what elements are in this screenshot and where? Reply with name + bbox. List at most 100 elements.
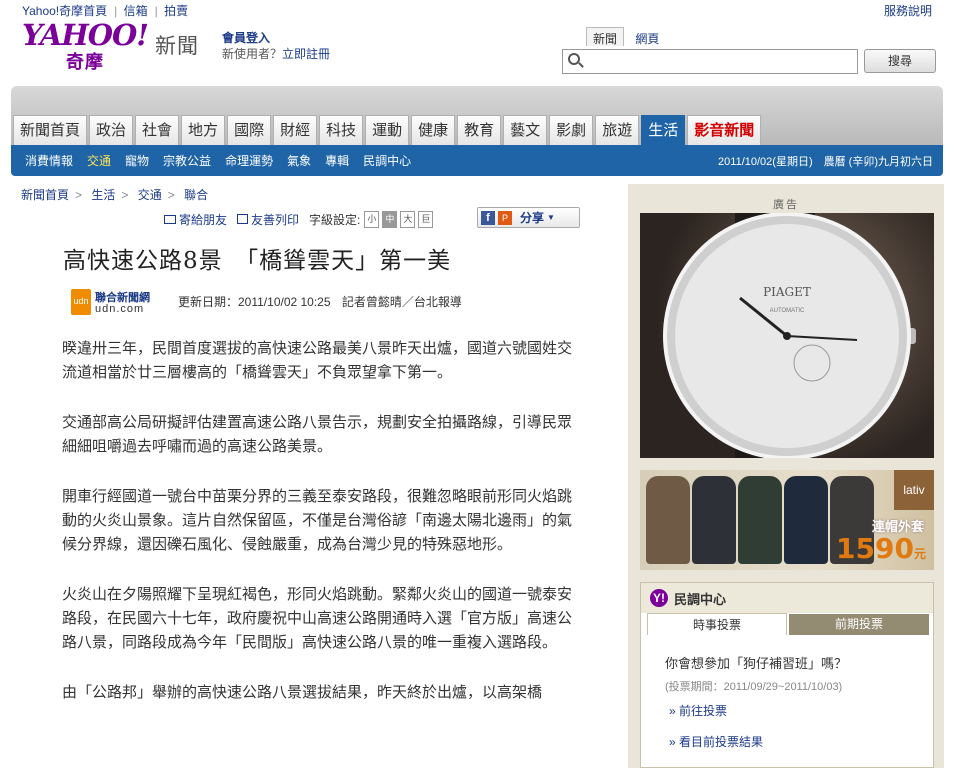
nav-tab[interactable]: 藝文 <box>503 115 548 145</box>
breadcrumb-sep: > <box>121 188 129 202</box>
poll-question[interactable]: 你會想參加「狗仔補習班」嗎？ <box>665 653 847 672</box>
sub-nav-item[interactable]: 宗教公益 <box>163 152 211 169</box>
separator: | <box>154 4 158 18</box>
article-paragraph: 開車行經國道一號台中苗栗分界的三義至泰安路段，很難忽略眼前形同火焰跳動的火炎山景… <box>62 488 573 553</box>
nav-tab[interactable]: 新聞首頁 <box>13 115 88 145</box>
nav-tab[interactable]: 健康 <box>411 115 456 145</box>
nav-tab[interactable]: 影劇 <box>549 115 594 145</box>
search-icon <box>568 53 580 65</box>
login-link[interactable]: 會員登入 <box>222 30 330 46</box>
nav-tab[interactable]: 生活 <box>641 115 686 145</box>
sub-nav: 消費情報 交通 寵物 宗教公益 命理運勢 氣象 專輯 民調中心 2011/10/02(星期日)… <box>11 145 943 176</box>
font-size-huge[interactable]: 巨 <box>418 210 434 228</box>
top-links: Yahoo!奇摩首頁 | 信箱 | 拍賣 <box>22 2 192 19</box>
sub-nav-item[interactable]: 民調中心 <box>363 152 411 169</box>
font-size-medium[interactable]: 中 <box>382 210 398 228</box>
search-tab-news[interactable]: 新聞 <box>586 27 625 46</box>
email-friend-label: 寄給朋友 <box>179 212 228 227</box>
results-link[interactable]: » 看目前投票結果 <box>669 733 763 750</box>
new-user-text: 新使用者？ <box>222 47 283 61</box>
chevron-down-icon: ▼ <box>547 213 555 222</box>
font-size-large[interactable]: 大 <box>400 210 416 228</box>
email-friend-button[interactable]: 寄給朋友 <box>164 211 227 228</box>
register-link[interactable]: 立即註冊 <box>282 47 330 61</box>
watch-brand: PIAGET <box>763 285 811 299</box>
search-tabs: 新聞 網頁 <box>586 27 667 49</box>
sub-nav-items: 消費情報 交通 寵物 宗教公益 命理運勢 氣象 專輯 民調中心 <box>25 152 425 169</box>
source-domain: udn.com <box>95 303 145 315</box>
banner-price: 1590元 <box>836 532 926 565</box>
logo-yahoo-text: YAHOO! <box>22 18 149 52</box>
nav-tabs: 新聞首頁 政治 社會 地方 國際 財經 科技 運動 健康 教育 藝文 影劇 旅遊 生活 影音新聞 <box>13 115 763 145</box>
section-title[interactable]: 新聞 <box>155 30 199 60</box>
date-line: 2011/10/02(星期日) 農曆 (辛卯)九月初六日 <box>718 156 933 168</box>
nav-tab[interactable]: 影音新聞 <box>687 115 762 145</box>
update-time: 更新日期：2011/10/02 10:25 <box>178 295 331 309</box>
nav-tab[interactable]: 政治 <box>89 115 134 145</box>
logo-cn-text: 奇摩 <box>66 52 104 72</box>
article-paragraph: 交通部高公局研擬評估建置高速公路八景告示，規劃安全拍攝路線，引導民眾細細咀嚼過去… <box>62 414 573 455</box>
nav-tab[interactable]: 財經 <box>273 115 318 145</box>
udn-icon: udn <box>71 289 91 315</box>
watch-illustration: PIAGET AUTOMATIC <box>663 213 916 458</box>
jacket-image <box>784 476 828 564</box>
help-link[interactable]: 服務說明 <box>884 2 932 19</box>
link-auction[interactable]: 拍賣 <box>164 4 188 18</box>
poll-header: Y! 民調中心 <box>641 583 933 613</box>
breadcrumb-sep: > <box>75 188 83 202</box>
nav-tab[interactable]: 運動 <box>365 115 410 145</box>
jacket-image <box>692 476 736 564</box>
source-logo[interactable]: udn 聯合新聞網 udn.com <box>71 289 167 317</box>
sub-nav-item[interactable]: 消費情報 <box>25 152 73 169</box>
print-icon <box>237 214 249 224</box>
mail-icon <box>164 214 176 224</box>
member-block: 會員登入 新使用者？立即註冊 <box>222 30 330 62</box>
print-button[interactable]: 友善列印 <box>237 211 299 228</box>
font-size-label: 字級設定: <box>309 212 361 227</box>
nav-tab[interactable]: 旅遊 <box>595 115 640 145</box>
breadcrumb-item[interactable]: 新聞首頁 <box>21 188 69 202</box>
ad-label: 廣告 <box>773 199 799 211</box>
article-paragraph: 暌違卅三年，民間首度選拔的高快速公路最美八景昨天出爐，國道六號國姓交流道相當於廿… <box>62 340 573 381</box>
jacket-image <box>646 476 690 564</box>
breadcrumb-item[interactable]: 聯合 <box>184 188 208 202</box>
nav-tab[interactable]: 地方 <box>181 115 226 145</box>
vote-link[interactable]: » 前往投票 <box>669 702 727 719</box>
font-size-small[interactable]: 小 <box>364 210 380 228</box>
breadcrumb-item[interactable]: 交通 <box>138 188 162 202</box>
search-input[interactable] <box>562 49 858 74</box>
sub-nav-item[interactable]: 命理運勢 <box>225 152 273 169</box>
nav-tab[interactable]: 國際 <box>227 115 272 145</box>
banner-brand: lativ <box>894 470 934 510</box>
poll-title: 民調中心 <box>674 591 727 607</box>
sub-nav-item[interactable]: 氣象 <box>287 152 311 169</box>
nav-tab[interactable]: 科技 <box>319 115 364 145</box>
jacket-ad[interactable]: lativ 連帽外套 1590元 <box>640 470 934 570</box>
link-mail[interactable]: 信箱 <box>124 4 148 18</box>
breadcrumb: 新聞首頁 > 生活 > 交通 > 聯合 <box>21 186 208 203</box>
facebook-icon: f <box>481 210 495 225</box>
breadcrumb-item[interactable]: 生活 <box>91 188 115 202</box>
article-paragraph: 火炎山在夕陽照耀下呈現紅褐色，形同火焰跳動。緊鄰火炎山的國道一號泰安路段，在民國… <box>62 586 573 651</box>
jacket-image <box>738 476 782 564</box>
sub-nav-item[interactable]: 交通 <box>87 152 111 169</box>
search-tab-web[interactable]: 網頁 <box>627 28 667 49</box>
plurk-icon: P <box>498 210 512 225</box>
watch-ad[interactable]: PIAGET AUTOMATIC <box>640 213 934 458</box>
separator: | <box>114 4 118 18</box>
tab-current-poll[interactable]: 時事投票 <box>647 613 787 635</box>
nav-tab[interactable]: 社會 <box>135 115 180 145</box>
share-label: 分享 <box>520 211 545 225</box>
sub-nav-item[interactable]: 寵物 <box>125 152 149 169</box>
tab-past-poll[interactable]: 前期投票 <box>789 614 929 635</box>
watch-text: AUTOMATIC <box>770 308 805 314</box>
article-body: 暌違卅三年，民間首度選拔的高快速公路最美八景昨天出爐，國道六號國姓交流道相當於廿… <box>62 337 574 731</box>
poll-box: Y! 民調中心 時事投票 前期投票 你會想參加「狗仔補習班」嗎？ (投票期間：2… <box>640 582 934 768</box>
link-yahoo-home[interactable]: Yahoo!奇摩首頁 <box>22 4 107 18</box>
sub-nav-item[interactable]: 專輯 <box>325 152 349 169</box>
search-button[interactable]: 搜尋 <box>864 49 936 73</box>
yahoo-logo[interactable]: YAHOO! 奇摩 <box>22 18 150 72</box>
nav-tab[interactable]: 教育 <box>457 115 502 145</box>
reporter: 記者曾懿晴／台北報導 <box>341 295 462 309</box>
share-button[interactable]: f P 分享 ▼ <box>477 207 580 228</box>
